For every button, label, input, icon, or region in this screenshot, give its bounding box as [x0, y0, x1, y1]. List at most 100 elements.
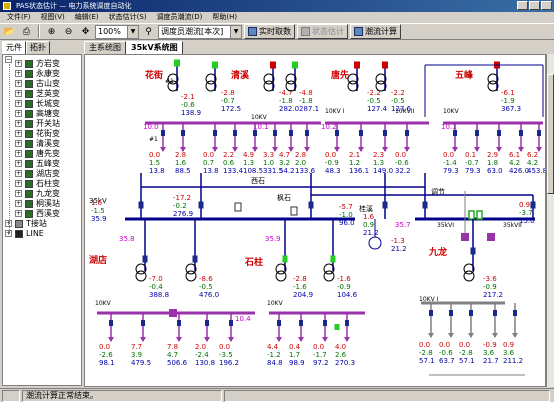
- breaker[interactable]: [497, 130, 501, 136]
- bus-tie-breaker[interactable]: [461, 233, 469, 241]
- tree-item[interactable]: + 湖店变: [3, 169, 81, 179]
- breaker[interactable]: [233, 130, 237, 136]
- expand-icon[interactable]: +: [15, 90, 22, 97]
- expand-icon[interactable]: +: [15, 60, 22, 67]
- tree-item[interactable]: + 石柱变: [3, 179, 81, 189]
- transformer-winding[interactable]: [185, 270, 197, 282]
- breaker[interactable]: [192, 255, 198, 263]
- breaker[interactable]: [138, 201, 144, 209]
- breaker[interactable]: [299, 320, 303, 326]
- breaker[interactable]: [530, 201, 536, 209]
- breaker[interactable]: [469, 310, 473, 316]
- breaker[interactable]: [289, 130, 293, 136]
- tree-item[interactable]: + 长城变: [3, 99, 81, 109]
- minimize-button[interactable]: [517, 1, 528, 10]
- breaker[interactable]: [141, 320, 145, 326]
- expand-icon[interactable]: +: [15, 120, 22, 127]
- expand-icon[interactable]: +: [15, 80, 22, 87]
- open-icon[interactable]: 📂: [2, 24, 17, 39]
- tab-main-diagram[interactable]: 主系统图: [84, 41, 126, 54]
- breaker[interactable]: [142, 255, 148, 263]
- breaker[interactable]: [513, 310, 517, 316]
- expand-icon[interactable]: +: [15, 160, 22, 167]
- menu-view[interactable]: 视图(V): [36, 12, 70, 23]
- tab-35kv-diagram[interactable]: 35kV系统图: [126, 41, 183, 54]
- transformer-winding[interactable]: [463, 270, 475, 282]
- breaker[interactable]: [537, 130, 541, 136]
- bus-tie-breaker[interactable]: [169, 309, 177, 317]
- expand-icon[interactable]: +: [15, 70, 22, 77]
- expand-icon[interactable]: +: [15, 110, 22, 117]
- disconnector-switch[interactable]: [468, 210, 475, 220]
- breaker[interactable]: [382, 201, 388, 209]
- breaker[interactable]: [519, 130, 523, 136]
- expand-icon[interactable]: +: [15, 100, 22, 107]
- tree-item[interactable]: + 清溪变: [3, 139, 81, 149]
- tree-item[interactable]: + 唐先变: [3, 149, 81, 159]
- tree-item[interactable]: + 永康变: [3, 69, 81, 79]
- transformer-winding[interactable]: [135, 270, 147, 282]
- close-button[interactable]: [541, 1, 552, 10]
- tree-item[interactable]: + 高塘变: [3, 109, 81, 119]
- breaker[interactable]: [422, 201, 428, 209]
- expand-icon[interactable]: +: [15, 210, 22, 217]
- tree-item[interactable]: + 九龙变: [3, 189, 81, 199]
- vertical-scrollbar[interactable]: [546, 54, 554, 387]
- menu-help[interactable]: 帮助(H): [207, 12, 242, 23]
- breaker[interactable]: [282, 255, 288, 263]
- tree-item[interactable]: + 西溪变: [3, 209, 81, 219]
- disconnector-switch[interactable]: [476, 210, 483, 220]
- breaker[interactable]: [273, 130, 277, 136]
- breaker[interactable]: [198, 201, 204, 209]
- zoom-out-icon[interactable]: ⊖: [61, 24, 76, 39]
- breaker[interactable]: [109, 320, 113, 326]
- breaker[interactable]: [345, 320, 349, 326]
- breaker[interactable]: [181, 130, 185, 136]
- breaker[interactable]: [449, 310, 453, 316]
- zoom-select[interactable]: 100% ▼: [95, 24, 139, 39]
- breaker[interactable]: [229, 320, 233, 326]
- tree-item[interactable]: + 方岩变: [3, 59, 81, 69]
- zoom-in-icon[interactable]: ⊕: [44, 24, 59, 39]
- breaker[interactable]: [161, 130, 165, 136]
- expand-icon[interactable]: +: [15, 190, 22, 197]
- transformer-winding[interactable]: [275, 270, 287, 282]
- breaker[interactable]: [270, 61, 276, 69]
- breaker[interactable]: [429, 310, 433, 316]
- disconnector-switch[interactable]: [234, 202, 242, 212]
- breaker[interactable]: [253, 130, 257, 136]
- capacitor-icon[interactable]: [368, 236, 382, 250]
- tab-elements[interactable]: 元件: [2, 41, 26, 54]
- pan-icon[interactable]: ✥: [78, 24, 93, 39]
- maximize-button[interactable]: [529, 1, 540, 10]
- element-tree[interactable]: − + 方岩变 + 永康变 + 古山变 + 芝英变 + 长城变 + 高塘变 + 开关站 + 花街变 + 清溪变 + 唐先…: [2, 54, 82, 386]
- print-icon[interactable]: ⎙: [19, 24, 34, 39]
- breaker[interactable]: [330, 255, 336, 263]
- expand-icon[interactable]: +: [15, 200, 22, 207]
- tree-item[interactable]: + 桐溪站: [3, 199, 81, 209]
- tree-item[interactable]: + 花街变: [3, 129, 81, 139]
- mode-select[interactable]: 调度员潮流[本次] ▼: [158, 24, 242, 39]
- breaker[interactable]: [382, 61, 388, 69]
- chevron-down-icon[interactable]: ▼: [127, 25, 138, 38]
- breaker[interactable]: [177, 320, 181, 326]
- disconnector-switch[interactable]: [290, 206, 298, 216]
- tab-topology[interactable]: 拓扑: [26, 41, 50, 54]
- breaker[interactable]: [213, 130, 217, 136]
- tree-item[interactable]: + 开关站: [3, 119, 81, 129]
- breaker[interactable]: [359, 130, 363, 136]
- state-est-button[interactable]: 状态估计: [297, 24, 348, 39]
- breaker[interactable]: [205, 320, 209, 326]
- bus-tie-breaker[interactable]: [487, 233, 495, 241]
- breaker[interactable]: [493, 310, 497, 316]
- breaker[interactable]: [405, 130, 409, 136]
- breaker[interactable]: [323, 320, 327, 326]
- tree-item[interactable]: + 芝英变: [3, 89, 81, 99]
- diagram-svg[interactable]: 花街#1-2.1-0.6138.910.0#10.01.513.82.81.68…: [85, 55, 546, 387]
- search-icon[interactable]: ⚲: [141, 24, 156, 39]
- breaker[interactable]: [212, 61, 218, 69]
- menu-state-est[interactable]: 状态估计(S): [104, 12, 152, 23]
- expand-icon[interactable]: +: [15, 140, 22, 147]
- breaker[interactable]: [335, 130, 339, 136]
- transformer-winding[interactable]: [323, 270, 335, 282]
